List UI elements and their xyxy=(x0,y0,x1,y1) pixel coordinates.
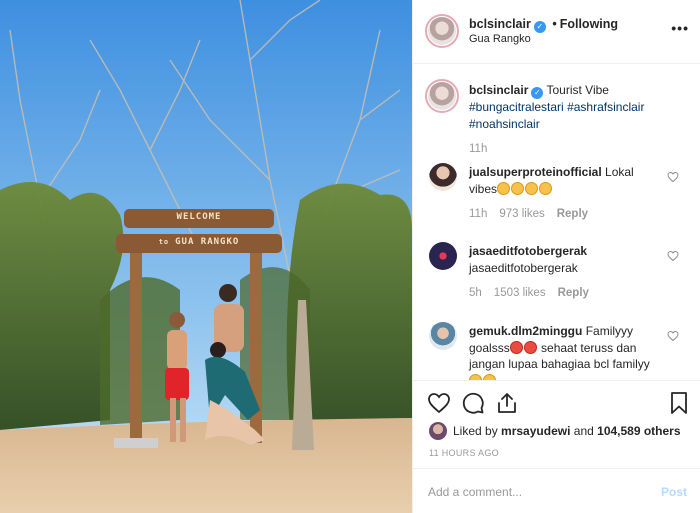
post-timestamp[interactable]: 11 HOURS AGO xyxy=(429,448,499,458)
comment-item: jualsuperproteinofficial Lokal vibes 11h… xyxy=(413,161,700,227)
comment-meta: 5h 1503 likes Reply xyxy=(469,287,589,299)
verified-badge-icon: ✓ xyxy=(533,21,546,33)
comment-time[interactable]: 5h xyxy=(469,287,482,299)
comment-item: gemuk.dlm2minggu Familyyy goalsss sehaat… xyxy=(413,320,700,380)
caption-avatar[interactable] xyxy=(425,79,459,113)
post-actions: Liked by mrsayudewi and 104,589 others 1… xyxy=(413,380,700,468)
comment-text: jualsuperproteinofficial Lokal vibes xyxy=(469,164,649,197)
comment-likes[interactable]: 973 likes xyxy=(499,208,544,220)
grin-emoji-icon xyxy=(497,181,511,195)
sign-to: to xyxy=(158,238,170,246)
liked-by-others[interactable]: 104,589 others xyxy=(597,424,680,438)
caption-time[interactable]: 11h xyxy=(469,143,487,155)
commenter-avatar[interactable] xyxy=(429,322,457,350)
caption-username[interactable]: bclsinclair xyxy=(469,83,528,97)
author-username[interactable]: bclsinclair xyxy=(469,17,531,31)
liked-by-and: and xyxy=(573,424,594,438)
commenter-avatar[interactable] xyxy=(429,163,457,191)
sign-location: to GUA RANGKO xyxy=(116,237,282,247)
author-line: bclsinclair ✓ • Following xyxy=(469,17,618,33)
heart-eyes-emoji-icon xyxy=(523,340,537,354)
grin-emoji-icon xyxy=(511,181,525,195)
caption-entry: bclsinclair ✓ Tourist Vibe #bungacitrales… xyxy=(413,79,700,155)
comment-body: jasaeditfotobergerak xyxy=(469,260,578,275)
sign-gua-rangko: GUA RANGKO xyxy=(175,237,240,247)
verified-badge-icon: ✓ xyxy=(531,87,544,99)
share-icon[interactable] xyxy=(495,391,519,415)
comment-meta: 11h 973 likes Reply xyxy=(469,208,588,220)
comment-likes[interactable]: 1503 likes xyxy=(494,287,546,299)
commenter-avatar[interactable] xyxy=(429,242,457,270)
comment-time[interactable]: 11h xyxy=(469,208,487,220)
comment-bubble-icon[interactable] xyxy=(461,391,485,415)
comment-text: gemuk.dlm2minggu Familyyy goalsss sehaat… xyxy=(469,323,659,380)
post-photo[interactable]: WELCOME to GUA RANGKO xyxy=(0,0,412,513)
caption-body: Tourist Vibe xyxy=(546,83,609,97)
comment-item: jasaeditfotobergerak jasaeditfotobergera… xyxy=(413,240,700,306)
caption-text: bclsinclair ✓ Tourist Vibe #bungacitrales… xyxy=(469,82,669,132)
author-avatar[interactable] xyxy=(425,14,459,48)
liked-by-prefix: Liked by xyxy=(453,424,498,438)
separator-dot: • xyxy=(552,17,557,31)
add-comment-bar: Post xyxy=(413,468,700,513)
comment-emoji xyxy=(497,181,553,196)
liker-avatar[interactable] xyxy=(429,422,447,440)
like-comment-heart-icon[interactable] xyxy=(667,171,679,183)
reply-button[interactable]: Reply xyxy=(557,208,588,220)
comments-list[interactable]: bclsinclair ✓ Tourist Vibe #bungacitrales… xyxy=(413,65,700,380)
more-options-icon[interactable]: ••• xyxy=(671,20,689,36)
like-heart-icon[interactable] xyxy=(427,391,451,415)
post-location[interactable]: Gua Rangko xyxy=(469,33,531,45)
hashtag-link[interactable]: #ashrafsinclair xyxy=(567,100,644,114)
comment-username[interactable]: jualsuperproteinofficial xyxy=(469,165,602,179)
instagram-post: WELCOME to GUA RANGKO bclsinclair ✓ • Follo… xyxy=(0,0,700,513)
liked-by-user[interactable]: mrsayudewi xyxy=(501,424,570,438)
like-comment-heart-icon[interactable] xyxy=(667,250,679,262)
heart-eyes-emoji-icon xyxy=(509,340,523,354)
likes-text: Liked by mrsayudewi and 104,589 others xyxy=(453,424,681,438)
photo-illustration xyxy=(0,0,412,513)
save-bookmark-icon[interactable] xyxy=(667,391,691,415)
comment-username[interactable]: jasaeditfotobergerak xyxy=(469,244,587,258)
sign-welcome: WELCOME xyxy=(176,212,222,222)
comment-text: jasaeditfotobergerak jasaeditfotobergera… xyxy=(469,243,669,276)
post-comment-button[interactable]: Post xyxy=(661,485,687,499)
hashtag-link[interactable]: #bungacitralestari xyxy=(469,100,564,114)
comment-username[interactable]: gemuk.dlm2minggu xyxy=(469,324,582,338)
grin-emoji-icon xyxy=(539,181,553,195)
hashtag-link[interactable]: #noahsinclair xyxy=(469,117,540,131)
like-comment-heart-icon[interactable] xyxy=(667,330,679,342)
post-side-panel: bclsinclair ✓ • Following Gua Rangko ••• b… xyxy=(412,0,700,513)
comment-input[interactable] xyxy=(428,481,648,503)
post-header: bclsinclair ✓ • Following Gua Rangko ••• xyxy=(413,0,700,64)
grin-emoji-icon xyxy=(525,181,539,195)
following-button[interactable]: Following xyxy=(560,17,618,31)
reply-button[interactable]: Reply xyxy=(558,287,589,299)
